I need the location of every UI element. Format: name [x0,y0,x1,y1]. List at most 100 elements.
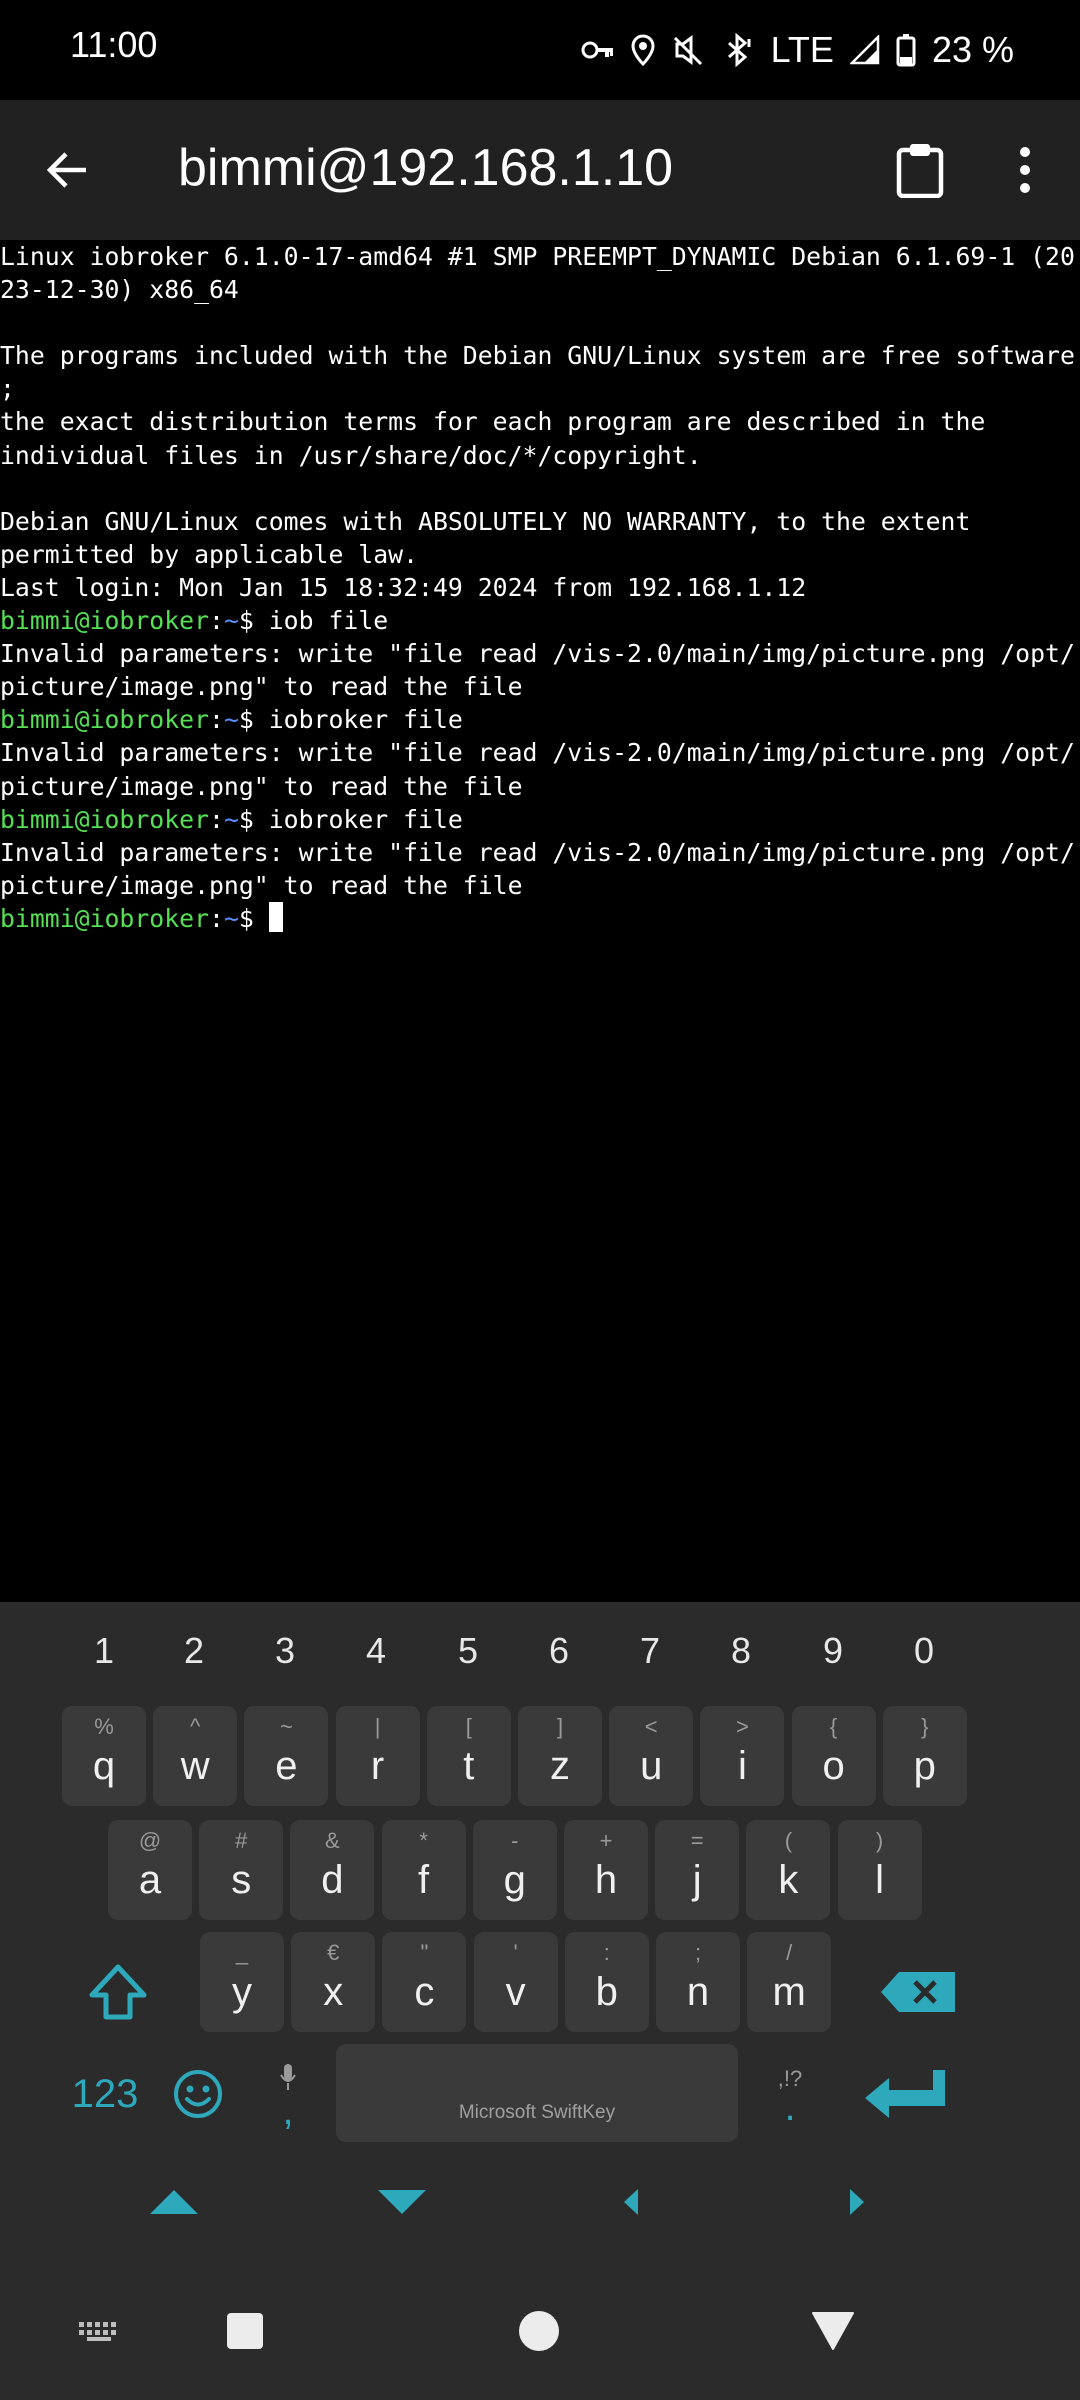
output-line: Debian GNU/Linux comes with ABSOLUTELY N… [0,506,971,536]
number-key[interactable]: 5 [428,1630,508,1672]
key-u[interactable]: < u [609,1706,694,1806]
key-a[interactable]: @ a [108,1820,192,1920]
number-key[interactable]: 3 [245,1630,325,1672]
key-hint: & [325,1828,340,1853]
key-label: g [503,1858,526,1902]
key-label: v [505,1970,526,2014]
prompt-separator: : [209,606,224,636]
arrow-up-icon[interactable] [134,2172,214,2232]
comma-key[interactable]: , [248,2044,328,2144]
backspace-icon[interactable] [868,1942,968,2042]
enter-icon[interactable] [850,2044,960,2144]
symbols-key[interactable]: 123 [60,2044,150,2144]
space-bar[interactable]: Microsoft SwiftKey [336,2044,738,2142]
vpn-key-icon [581,38,615,62]
connection-title: bimmi@192.168.1.10 [178,139,674,197]
key-g[interactable]: -g [472,1820,557,1920]
number-key[interactable]: 1 [64,1630,144,1672]
key-v[interactable]: ' v [473,1932,558,2032]
period-key[interactable]: ,!? . [750,2044,830,2144]
battery-icon [896,33,916,67]
key-x[interactable]: € x [291,1932,376,2032]
key-label: s [231,1858,252,1902]
number-key[interactable]: 7 [610,1630,690,1672]
number-key[interactable]: 9 [793,1630,873,1672]
prompt-user: bimmi@iobroker [0,903,210,933]
key-r[interactable]: | r [335,1706,420,1806]
status-icons: LTE 23 % [581,22,1014,78]
key-y[interactable]: _ y [200,1932,284,2032]
key-label: t [463,1744,475,1788]
prompt-sigil: $ [238,606,269,636]
home-icon[interactable] [504,2296,574,2366]
key-l[interactable]: ) l [837,1820,922,1920]
key-w[interactable]: ^ w [153,1706,238,1806]
key-h[interactable]: + h [564,1820,648,1920]
key-label: m [772,1970,806,2014]
key-z[interactable]: ] z [518,1706,602,1806]
key-hint: " [420,1940,429,1965]
number-key[interactable]: 0 [884,1630,964,1672]
key-n[interactable]: ; n [656,1932,740,2032]
number-key[interactable]: 2 [154,1630,234,1672]
key-e[interactable]: ~ e [244,1706,329,1806]
prompt-path: ~ [223,903,239,933]
key-s[interactable]: # s [199,1820,284,1920]
output-line: picture/image.png" to read the file [0,672,523,702]
terminal-view[interactable]: Linux iobroker 6.1.0-17-amd64 #1 SMP PRE… [0,240,1080,1602]
arrow-left-icon[interactable] [590,2172,670,2232]
key-c[interactable]: " c [382,1932,467,2032]
key-o[interactable]: {o [791,1706,876,1806]
status-time: 11:00 [70,24,158,65]
number-key[interactable]: 6 [519,1630,599,1672]
key-hint: [ [465,1714,472,1739]
key-label: o [822,1744,845,1788]
key-t[interactable]: [t [426,1706,511,1806]
key-label: d [321,1858,344,1902]
prompt-separator: : [209,903,224,933]
output-line: permitted by applicable law. [0,539,419,569]
battery-percent: 23 % [931,29,1014,70]
output-line: picture/image.png" to read the file [0,771,523,801]
clipboard-icon[interactable] [880,132,960,208]
key-p[interactable]: } p [882,1706,967,1806]
prompt-separator: : [209,804,224,834]
number-key[interactable]: 8 [701,1630,781,1672]
back-icon[interactable] [798,2296,868,2366]
output-line: 23-12-30) x86_64 [0,275,239,305]
arrow-down-icon[interactable] [362,2172,442,2232]
key-k[interactable]: (k [746,1820,831,1920]
number-key[interactable]: 4 [336,1630,416,1672]
key-hint: > [735,1714,749,1739]
key-label: x [323,1970,344,2014]
output-line: Last login: Mon Jan 15 18:32:49 2024 fro… [0,572,807,602]
period-label: . [784,2085,796,2129]
key-m[interactable]: / m [747,1932,832,2032]
prompt-sigil: $ [238,705,269,735]
key-label: c [414,1970,435,2014]
arrow-right-icon[interactable] [818,2172,898,2232]
key-f[interactable]: * f [381,1820,466,1920]
location-icon [631,34,655,66]
more-vert-icon[interactable] [990,132,1060,208]
prompt-separator: : [209,705,224,735]
key-j[interactable]: = j [655,1820,740,1920]
recents-icon[interactable] [210,2296,280,2366]
prompt-sigil: $ [238,903,269,933]
key-i[interactable]: > i [700,1706,785,1806]
bluetooth-icon [721,33,755,67]
back-arrow-icon[interactable] [30,132,106,208]
key-q[interactable]: % q [62,1706,146,1806]
shift-icon[interactable] [76,1942,160,2042]
key-b[interactable]: :b [564,1932,649,2032]
keyboard-switch-icon[interactable] [64,2296,134,2366]
key-label: n [686,1970,710,2014]
key-hint: ( [784,1828,793,1853]
terminal-output: Linux iobroker 6.1.0-17-amd64 #1 SMP PRE… [0,240,1080,935]
network-type: LTE [770,29,834,70]
key-d[interactable]: & d [290,1820,375,1920]
prompt-line: bimmi@iobroker:~$ iobroker file [0,703,1080,736]
emoji-icon[interactable] [158,2044,238,2144]
key-hint: @ [138,1828,162,1853]
